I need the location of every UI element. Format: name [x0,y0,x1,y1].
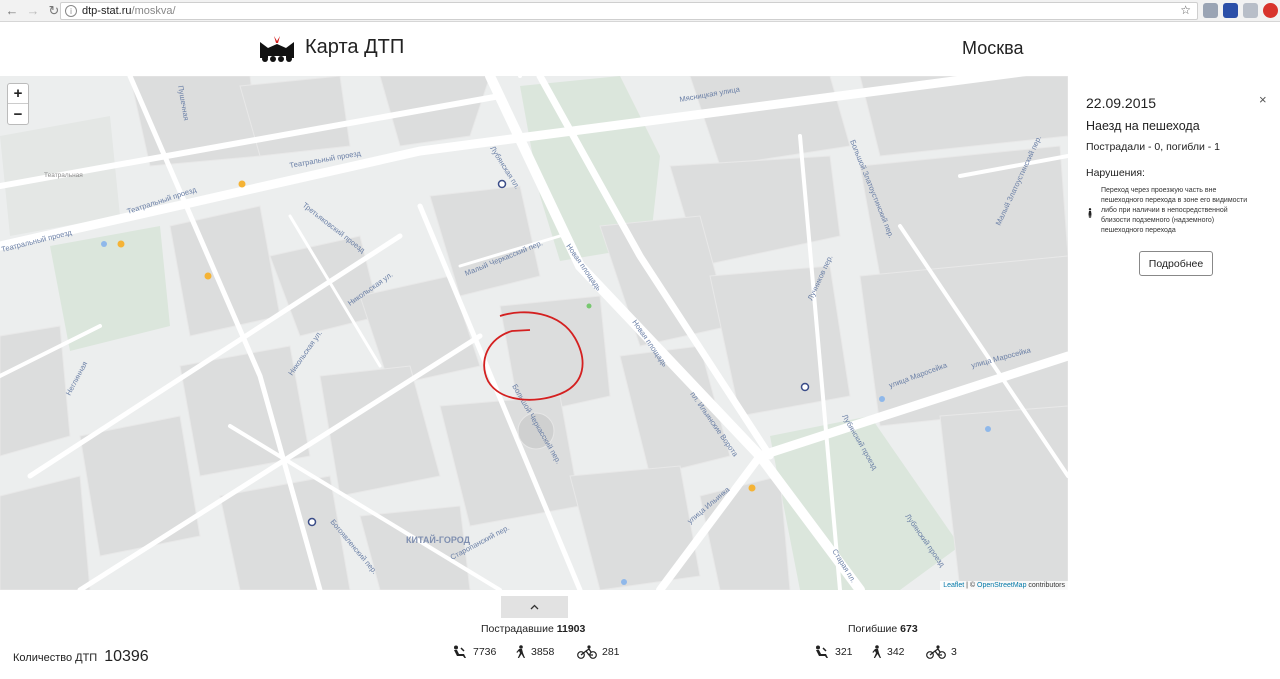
accident-marker [879,396,885,402]
map-attribution: Leaflet | © OpenStreetMap contributors [940,581,1068,590]
accident-marker [748,484,756,492]
site-header: Карта ДТП Москва [0,22,1280,76]
cyclist-icon [926,645,946,659]
accident-marker [586,303,592,309]
accident-marker [101,241,107,247]
zoom-out-button[interactable]: − [8,104,28,124]
accident-marker [985,426,991,432]
killed-label: Погибшие [848,623,898,635]
accident-marker [204,272,212,280]
map-view[interactable]: Театральная Театральный проезд Театральн… [0,76,1068,590]
total-accidents: Количество ДТП 10396 [13,648,149,666]
driver-icon [816,645,828,658]
driver-icon [454,645,466,658]
map-tiles: Театральная Театральный проезд Театральн… [0,76,1068,590]
site-title[interactable]: Карта ДТП [305,36,404,59]
violation-description: Переход через проезжую часть вне пешеход… [1101,187,1248,234]
injured-pedestrians-value: 3858 [531,646,555,658]
killed-summary: Погибшие 673 [848,623,918,635]
osm-link[interactable]: OpenStreetMap [977,582,1026,589]
forward-icon[interactable]: → [24,2,42,20]
cyclist-icon [577,645,597,659]
accident-marker [117,240,125,248]
metro-icon [497,179,507,189]
attribution-tail: contributors [1026,582,1065,589]
leaflet-link[interactable]: Leaflet [943,582,964,589]
park-area [50,226,170,351]
injured-cyclists-value: 281 [602,646,620,658]
total-label: Количество ДТП [13,652,98,664]
chevron-up-icon [530,604,539,610]
killed-cyclists-value: 3 [951,646,957,658]
total-value: 10396 [104,648,149,665]
stats-toggle-button[interactable] [501,596,568,618]
shield-extension-icon[interactable] [1243,3,1258,18]
pedestrian-icon [1088,208,1092,218]
accident-date: 22.09.2015 [1086,95,1157,111]
zoom-control: + − [7,83,29,125]
violations-heading: Нарушения: [1086,167,1145,179]
injured-drivers: 7736 [452,645,496,659]
download-extension-icon[interactable] [1203,3,1218,18]
url-host: dtp-stat.ru [82,5,132,17]
label-kitay-gorod: КИТАЙ-ГОРОД [406,534,471,545]
attribution-sep: | © [964,582,978,589]
details-button[interactable]: Подробнее [1139,251,1213,276]
accident-marker [621,579,627,585]
zoom-in-button[interactable]: + [8,84,28,104]
address-bar[interactable]: i dtp-stat.ru/moskva/ ☆ [60,2,1198,20]
bookmark-star-icon[interactable]: ☆ [1180,3,1191,17]
killed-pedestrians: 342 [872,645,905,659]
killed-drivers: 321 [814,645,853,659]
killed-value: 673 [900,623,918,635]
killed-drivers-value: 321 [835,646,853,658]
killed-pedestrians-value: 342 [887,646,905,658]
injured-pedestrians: 3858 [516,645,554,659]
injured-cyclists: 281 [577,645,620,659]
metro-icon [800,382,810,392]
pedestrian-icon [516,645,525,658]
accident-detail-panel: 22.09.2015 × Наезд на пешехода Пострадал… [1075,82,1275,675]
injured-value: 11903 [556,623,586,635]
browser-toolbar: ← → ↻ i dtp-stat.ru/moskva/ ☆ [0,0,1280,22]
city-selector[interactable]: Москва [962,38,1023,59]
accident-type: Наезд на пешехода [1086,119,1200,133]
injured-label: Пострадавшие [481,623,554,635]
label-nikolskaya: Никольская ул. [286,329,324,377]
label-neglinnaya: Неглинная [64,360,89,397]
back-icon[interactable]: ← [3,2,21,20]
injured-drivers-value: 7736 [473,646,497,658]
info-icon[interactable]: i [65,5,77,17]
label-teatralnaya: Театральная [44,172,83,179]
accident-marker [238,180,246,188]
url-path: /moskva/ [131,5,176,17]
injured-summary: Пострадавшие 11903 [481,623,585,635]
translate-extension-icon[interactable] [1223,3,1238,18]
metro-icon [307,517,317,527]
killed-cyclists: 3 [926,645,957,659]
pedestrian-icon [872,645,881,658]
accident-victims: Пострадали - 0, погибли - 1 [1086,141,1221,153]
site-logo-icon[interactable] [259,34,295,62]
close-icon[interactable]: × [1259,92,1267,107]
adblock-extension-icon[interactable] [1263,3,1278,18]
